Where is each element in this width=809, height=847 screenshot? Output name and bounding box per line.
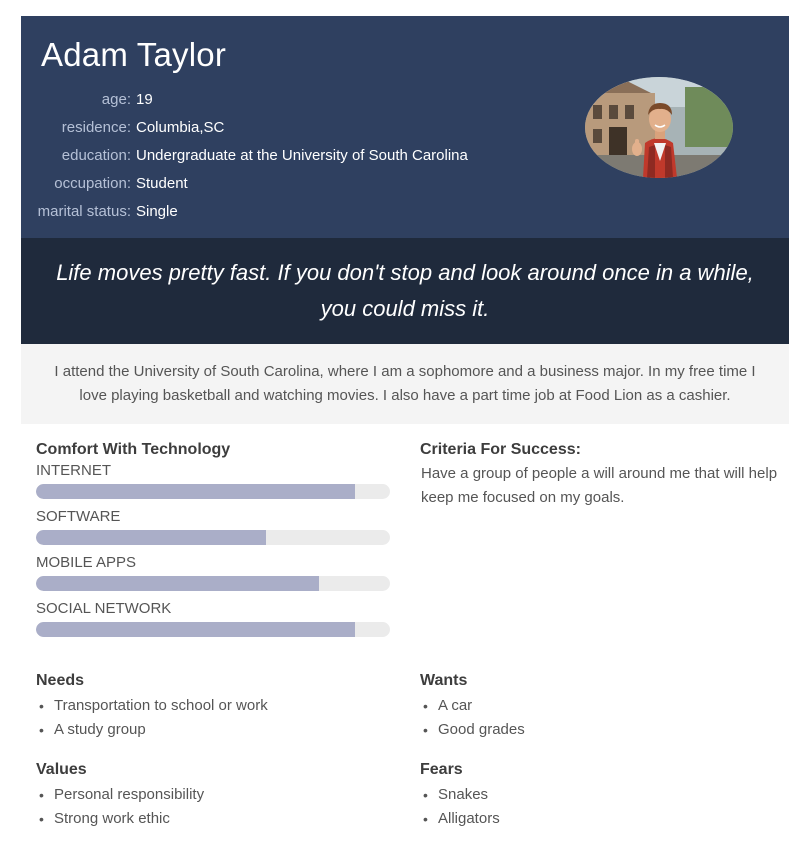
skill-software: SOFTWARE <box>36 507 390 545</box>
list-item: A car <box>420 694 780 718</box>
skill-mobile-apps: MOBILE APPS <box>36 553 390 591</box>
needs-section: Needs Transportation to school or work A… <box>36 672 396 742</box>
values-list: Personal responsibility Strong work ethi… <box>36 783 396 831</box>
list-item: Personal responsibility <box>36 783 396 807</box>
fact-label: occupation: <box>54 174 131 192</box>
skill-bar-fill <box>36 622 355 637</box>
skill-bar-track <box>36 576 390 591</box>
success-criteria-section: Criteria For Success: Have a group of pe… <box>420 441 780 510</box>
persona-name: Adam Taylor <box>41 36 227 73</box>
success-criteria-text: Have a group of people a will around me … <box>421 465 778 506</box>
persona-photo <box>585 77 733 178</box>
fact-residence: residence: Columbia,SC <box>21 113 468 141</box>
skill-social-network: SOCIAL NETWORK <box>36 599 390 637</box>
values-section: Values Personal responsibility Strong wo… <box>36 761 396 831</box>
fact-occupation: occupation: Student <box>21 169 468 197</box>
skill-bar-track <box>36 622 390 637</box>
fact-value: 19 <box>136 90 153 108</box>
list-item: Snakes <box>420 783 780 807</box>
persona-bio: I attend the University of South Carolin… <box>21 344 789 424</box>
persona-quote: Life moves pretty fast. If you don't sto… <box>21 238 789 344</box>
fact-value: Student <box>136 174 188 192</box>
values-title: Values <box>36 761 87 778</box>
wants-list: A car Good grades <box>420 694 780 742</box>
skill-bar-fill <box>36 530 267 545</box>
fact-age: age: 19 <box>21 85 468 113</box>
list-item: Good grades <box>420 718 780 742</box>
skill-bar-fill <box>36 576 320 591</box>
fact-value: Single <box>136 202 178 220</box>
fears-title: Fears <box>420 761 463 778</box>
fact-value: Undergraduate at the University of South… <box>136 146 468 164</box>
list-item: A study group <box>36 718 396 742</box>
fears-section: Fears Snakes Alligators <box>420 761 780 831</box>
skill-label: SOFTWARE <box>36 508 121 525</box>
skill-internet: INTERNET <box>36 461 390 499</box>
list-item: Transportation to school or work <box>36 694 396 718</box>
skill-label: MOBILE APPS <box>36 554 137 571</box>
skill-bar-fill <box>36 484 355 499</box>
fact-education: education: Undergraduate at the Universi… <box>21 141 468 169</box>
needs-title: Needs <box>36 672 85 689</box>
fears-list: Snakes Alligators <box>420 783 780 831</box>
persona-facts: age: 19 residence: Columbia,SC education… <box>21 85 468 225</box>
fact-label: residence: <box>61 118 131 136</box>
fact-label: age: <box>101 90 131 108</box>
quote-text: Life moves pretty fast. If you don't sto… <box>56 260 754 321</box>
fact-marital-status: marital status: Single <box>21 197 468 225</box>
persona-card: Adam Taylor age: 19 residence: Columbia,… <box>21 16 789 831</box>
persona-header: Adam Taylor age: 19 residence: Columbia,… <box>21 16 789 238</box>
skill-bar-track <box>36 484 390 499</box>
success-criteria-title: Criteria For Success: <box>420 441 581 458</box>
wants-title: Wants <box>420 672 468 689</box>
skill-label: SOCIAL NETWORK <box>36 600 172 617</box>
list-item: Strong work ethic <box>36 807 396 831</box>
fact-label: marital status: <box>37 202 131 220</box>
fact-label: education: <box>61 146 131 164</box>
list-item: Alligators <box>420 807 780 831</box>
skill-label: INTERNET <box>36 462 111 479</box>
wants-section: Wants A car Good grades <box>420 672 780 742</box>
bio-text: I attend the University of South Carolin… <box>54 363 756 404</box>
tech-comfort-section: Comfort With Technology INTERNET SOFTWAR… <box>36 441 390 645</box>
needs-list: Transportation to school or work A study… <box>36 694 396 742</box>
skill-bar-track <box>36 530 390 545</box>
fact-value: Columbia,SC <box>136 118 225 136</box>
tech-comfort-title: Comfort With Technology <box>36 441 231 458</box>
